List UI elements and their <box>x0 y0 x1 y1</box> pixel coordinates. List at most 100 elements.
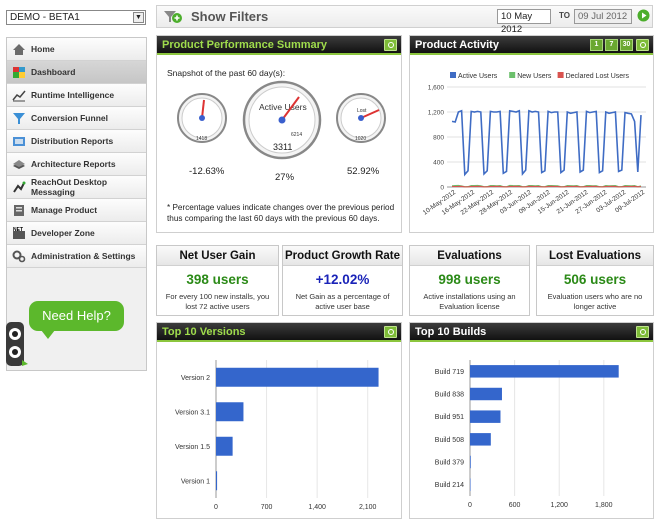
sidebar-item-manage-product[interactable]: Manage Product <box>7 199 146 222</box>
sidebar-item-label: Distribution Reports <box>31 136 114 146</box>
dashboard-icon <box>12 66 26 79</box>
home-icon <box>12 43 26 56</box>
gauge-left-value: 1418 <box>196 136 207 142</box>
stat-desc: Net Gain as a percentage of active user … <box>295 292 390 311</box>
y-tick-label: 0 <box>440 185 444 192</box>
zoom-icon[interactable] <box>636 326 649 338</box>
bar <box>470 433 491 446</box>
bar <box>216 436 233 456</box>
sidebar-item-architecture-reports[interactable]: Architecture Reports <box>7 153 146 176</box>
range-buttons: 1 7 30 <box>590 39 633 51</box>
activity-panel: Product Activity 1 7 30 Active Users New … <box>409 35 654 233</box>
sidebar-item-label: Dashboard <box>31 67 76 77</box>
builds-panel: Top 10 Builds 0 600 1,200 1,800 Build 719 Bui… <box>409 322 654 519</box>
legend-swatch <box>509 72 516 78</box>
performance-note: * Percentage values indicate changes ove… <box>167 203 395 223</box>
gauge-right-label: Lost <box>357 108 367 114</box>
gauge-center: Active Users 6214 3311 <box>242 80 322 160</box>
panel-title: Product Performance Summary <box>162 39 328 51</box>
stat-title: Lost Evaluations <box>537 246 653 266</box>
x-tick-label: 700 <box>261 504 273 511</box>
chevron-down-icon[interactable]: ▼ <box>133 12 144 23</box>
performance-title: Product Performance Summary <box>157 36 401 55</box>
gauge-center-percent: 27% <box>275 172 295 183</box>
sidebar-item-conversion-funnel[interactable]: Conversion Funnel <box>7 107 146 130</box>
sidebar-item-dashboard[interactable]: Dashboard <box>7 61 146 84</box>
builds-title: Top 10 Builds <box>410 323 653 342</box>
svg-text:NET: NET <box>13 227 23 233</box>
bar <box>470 410 501 423</box>
legend-label: Active Users <box>458 73 498 80</box>
sidebar-item-label: ReachOut Desktop Messaging <box>31 177 108 197</box>
legend-label: New Users <box>517 73 552 80</box>
gauge-left-percent: -12.63% <box>189 166 225 177</box>
zoom-icon[interactable] <box>384 39 397 51</box>
stat-value: 998 users <box>438 272 501 287</box>
series-line-2 <box>451 185 642 188</box>
bar <box>216 471 218 491</box>
performance-panel: Product Performance Summary Snapshot of … <box>156 35 402 233</box>
zoom-icon[interactable] <box>384 326 397 338</box>
filter-title[interactable]: Show Filters <box>191 9 268 24</box>
zoom-icon[interactable] <box>636 39 649 51</box>
to-date-input[interactable]: 09 Jul 2012 <box>574 9 632 24</box>
x-tick-label: 1,200 <box>550 502 568 509</box>
stat-evaluations: Evaluations 998 users Active installatio… <box>409 245 530 316</box>
sidebar-item-reachout[interactable]: ReachOut Desktop Messaging <box>7 176 146 199</box>
sidebar-item-label: Runtime Intelligence <box>31 90 115 100</box>
stat-growth-rate: Product Growth Rate +12.02% Net Gain as … <box>282 245 403 316</box>
from-date-input[interactable]: 10 May 2012 <box>497 9 551 35</box>
need-help-button[interactable]: Need Help? <box>29 301 124 339</box>
stat-value: +12.02% <box>315 272 370 287</box>
x-tick-label: 0 <box>468 502 472 509</box>
versions-title: Top 10 Versions <box>157 323 401 342</box>
category-label: Version 1.5 <box>175 444 210 451</box>
x-tick-label: 0 <box>214 504 218 511</box>
distribution-icon <box>12 135 26 148</box>
stat-value: 398 users <box>186 272 249 287</box>
sidebar-item-distribution-reports[interactable]: Distribution Reports <box>7 130 146 153</box>
sidebar-item-label: Architecture Reports <box>31 159 116 169</box>
reachout-icon <box>12 181 26 194</box>
x-tick-label: 1,400 <box>308 504 326 511</box>
gauge-center-sub: 6214 <box>291 132 302 138</box>
y-tick-label: 800 <box>433 135 444 142</box>
sidebar-item-label: Conversion Funnel <box>31 113 108 123</box>
sidebar-item-home[interactable]: Home <box>7 38 146 61</box>
sidebar-item-label: Home <box>31 44 55 54</box>
range-7-button[interactable]: 7 <box>605 39 618 51</box>
range-1-button[interactable]: 1 <box>590 39 603 51</box>
sidebar-item-developer-zone[interactable]: NET Developer Zone <box>7 222 146 245</box>
legend-swatch <box>557 72 564 78</box>
app-selector[interactable]: DEMO - BETA1 ▼ <box>6 10 146 25</box>
sidebar-item-label: Manage Product <box>31 205 98 215</box>
x-tick-label: 1,800 <box>595 502 613 509</box>
stat-desc: For every 100 new installs, you lost 72 … <box>165 292 270 311</box>
snapshot-text: Snapshot of the past 60 day(s): <box>167 68 286 78</box>
sidebar-item-runtime-intelligence[interactable]: Runtime Intelligence <box>7 84 146 107</box>
category-label: Build 719 <box>435 369 464 376</box>
architecture-icon <box>12 158 26 171</box>
bar <box>470 478 471 491</box>
filter-icon[interactable] <box>163 9 183 27</box>
app-selector-value: DEMO - BETA1 <box>10 12 80 23</box>
stat-title: Evaluations <box>410 246 529 266</box>
series-line-0 <box>451 109 642 177</box>
bar <box>216 367 379 387</box>
line-chart-icon <box>12 89 26 102</box>
stat-lost-evaluations: Lost Evaluations 506 users Evaluation us… <box>536 245 654 316</box>
category-label: Build 508 <box>435 437 464 444</box>
category-label: Build 838 <box>435 392 464 399</box>
versions-panel: Top 10 Versions 0 700 1,400 2,100 Version 2 V… <box>156 322 402 519</box>
gauge-left: 1418 <box>177 93 227 143</box>
apply-filter-button[interactable] <box>637 9 650 25</box>
category-label: Build 379 <box>435 460 464 467</box>
category-label: Version 2 <box>181 375 210 382</box>
stat-title: Product Growth Rate <box>283 246 402 266</box>
category-label: Build 951 <box>435 414 464 421</box>
filter-bar: Show Filters 10 May 2012 TO 09 Jul 2012 <box>156 5 653 35</box>
gauge-center-value: 3311 <box>273 142 292 152</box>
sidebar-item-administration[interactable]: Administration & Settings <box>7 245 146 268</box>
range-30-button[interactable]: 30 <box>620 39 633 51</box>
stat-value: 506 users <box>563 272 627 287</box>
